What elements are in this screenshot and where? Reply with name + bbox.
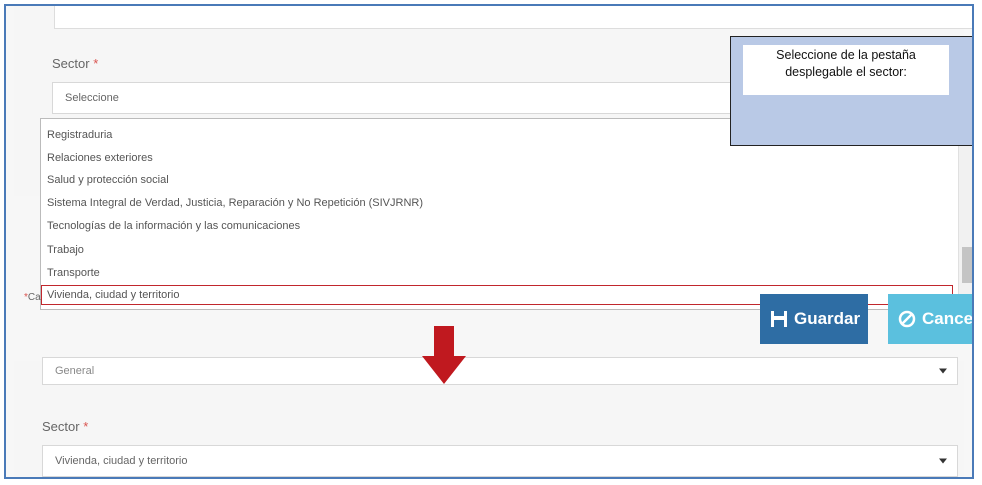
chevron-down-icon [939,458,947,464]
save-button-label: Guardar [794,309,861,328]
save-button[interactable]: Guardar [760,294,868,344]
dropdown-option[interactable]: Salud y protección social [47,174,169,186]
instruction-callout: Seleccione de la pestaña desplegable el … [730,36,972,146]
screenshot-frame: Sector * Seleccione Registraduria Relaci… [4,4,974,479]
previous-field[interactable] [54,6,972,29]
type-select-value: General [55,365,95,377]
sector-label: Sector * [52,56,99,71]
ban-icon [898,310,916,328]
cancel-button-label: Cancela [922,309,974,328]
sector-label-bottom: Sector * [42,419,89,434]
sector-select-bottom[interactable]: Vivienda, ciudad y territorio [42,445,958,477]
sector-select-bottom-value: Vivienda, ciudad y territorio [55,455,188,467]
dropdown-option[interactable]: Sistema Integral de Verdad, Justicia, Re… [47,197,423,209]
dropdown-scrollbar[interactable] [958,119,972,309]
dropdown-option[interactable]: Relaciones exteriores [47,152,153,164]
down-arrow-icon [422,326,466,384]
dropdown-option[interactable]: Transporte [47,267,100,279]
scrollbar-thumb[interactable] [962,247,972,283]
sector-dropdown-list[interactable]: Registraduria Relaciones exteriores Salu… [40,118,972,310]
type-select[interactable]: General [42,357,958,385]
sector-select-value: Seleccione [65,92,119,104]
callout-text: Seleccione de la pestaña desplegable el … [743,45,949,95]
dropdown-option[interactable]: Registraduria [47,129,112,141]
chevron-down-icon [939,368,947,374]
bottom-form-panel: General Sector * Vivienda, ciudad y terr… [14,357,964,477]
partial-field-label: *Ca [24,292,41,303]
dropdown-option[interactable]: Tecnologías de la información y las comu… [47,220,300,232]
floppy-disk-icon [771,311,787,327]
dropdown-option[interactable]: Trabajo [47,244,84,256]
cancel-button[interactable]: Cancela [888,294,974,344]
